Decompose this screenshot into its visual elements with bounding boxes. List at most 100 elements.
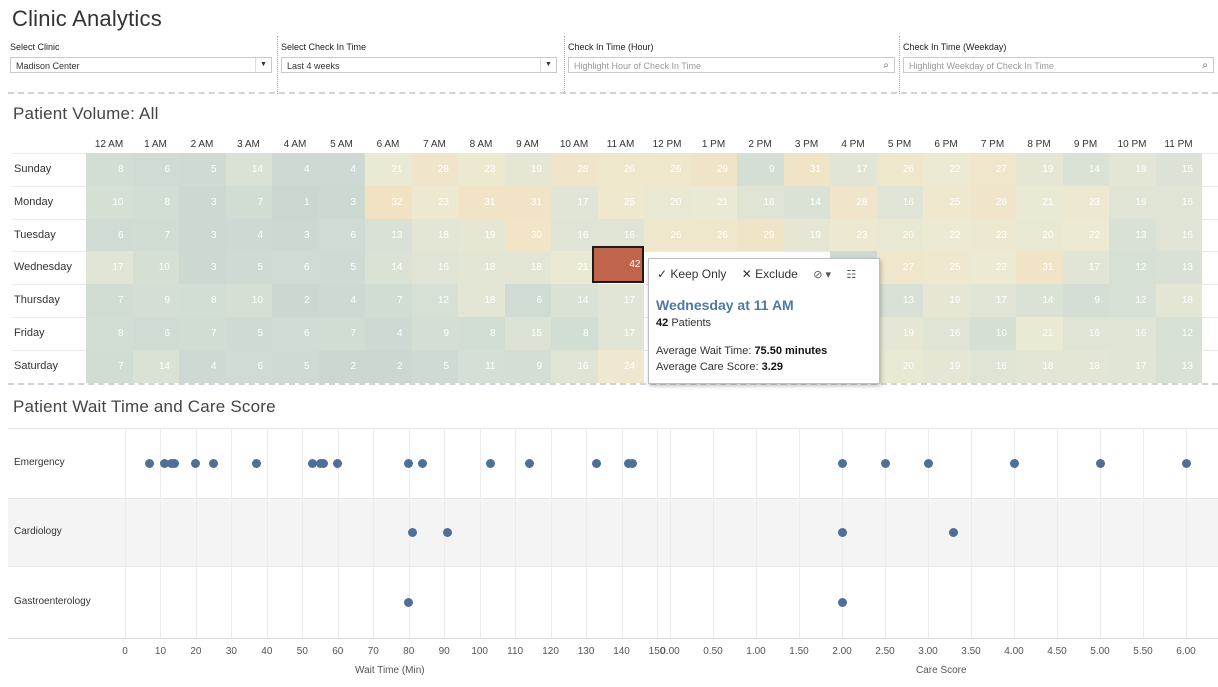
heatmap-cell[interactable]: 16 [551, 349, 598, 383]
heatmap-cell[interactable]: 19 [783, 218, 830, 252]
wait-time-point[interactable] [251, 458, 261, 468]
heatmap-cell[interactable]: 25 [597, 185, 644, 219]
heatmap-cell[interactable]: 6 [272, 251, 319, 285]
wait-time-point[interactable] [443, 527, 453, 537]
heatmap-cell[interactable]: 5 [225, 251, 272, 285]
heatmap-cell[interactable]: 12 [1109, 284, 1156, 317]
heatmap-cell[interactable]: 13 [1155, 251, 1202, 285]
heatmap-cell[interactable]: 6 [86, 218, 133, 252]
care-score-point[interactable] [923, 458, 933, 468]
heatmap-cell[interactable]: 14 [783, 185, 830, 219]
heatmap-cell[interactable]: 10 [225, 284, 272, 317]
heatmap-cell[interactable]: 17 [969, 284, 1016, 317]
view-data-icon[interactable]: ☷ [846, 269, 856, 281]
wait-time-point[interactable] [209, 458, 219, 468]
heatmap-cell[interactable]: 16 [411, 251, 458, 285]
heatmap-cell[interactable]: 23 [969, 218, 1016, 252]
heatmap-cell[interactable]: 8 [551, 317, 598, 350]
heatmap-cell[interactable]: 22 [923, 218, 970, 252]
heatmap-cell[interactable]: 26 [644, 218, 691, 252]
heatmap-cell[interactable]: 17 [597, 284, 644, 317]
heatmap-cell[interactable]: 7 [225, 185, 272, 219]
heatmap-cell[interactable]: 25 [923, 251, 970, 285]
heatmap-cell[interactable]: 19 [504, 153, 551, 186]
heatmap-cell[interactable]: 4 [272, 153, 319, 186]
care-score-point[interactable] [1181, 458, 1191, 468]
heatmap-cell[interactable]: 23 [1062, 185, 1109, 219]
heatmap-cell[interactable]: 16 [923, 317, 970, 350]
heatmap-cell[interactable]: 17 [597, 317, 644, 350]
heatmap-cell[interactable]: 3 [318, 185, 365, 219]
heatmap-cell[interactable]: 7 [132, 218, 179, 252]
heatmap-cell[interactable]: 3 [179, 185, 226, 219]
heatmap-cell[interactable]: 31 [458, 185, 505, 219]
heatmap-cell[interactable]: 17 [830, 153, 877, 186]
wait-time-point[interactable] [404, 597, 414, 607]
exclude-button[interactable]: ✕ Exclude [742, 267, 798, 281]
care-score-point[interactable] [1095, 458, 1105, 468]
heatmap-cell[interactable]: 3 [179, 251, 226, 285]
heatmap-cell[interactable]: 18 [504, 251, 551, 285]
heatmap-cell[interactable]: 13 [365, 218, 412, 252]
heatmap-cell[interactable]: 27 [876, 251, 923, 285]
heatmap-cell[interactable]: 6 [504, 284, 551, 317]
checkin-time-select[interactable]: Last 4 weeks ▼ [281, 57, 557, 73]
heatmap-cell[interactable]: 15 [504, 317, 551, 350]
heatmap-cell[interactable]: 16 [737, 185, 784, 219]
heatmap-cell[interactable]: 16 [1109, 185, 1156, 219]
heatmap-cell[interactable]: 18 [1016, 349, 1063, 383]
heatmap-cell[interactable]: 17 [1062, 251, 1109, 285]
heatmap-cell[interactable]: 14 [365, 251, 412, 285]
heatmap-cell[interactable]: 20 [876, 218, 923, 252]
weekday-highlight-input[interactable]: Highlight Weekday of Check In Time ⌕ [903, 57, 1214, 73]
care-score-point[interactable] [949, 527, 959, 537]
heatmap-cell[interactable]: 5 [411, 349, 458, 383]
group-members-icon[interactable]: ⊘ ▾ [813, 269, 831, 281]
heatmap-cell[interactable]: 9 [132, 284, 179, 317]
heatmap-cell[interactable]: 18 [411, 218, 458, 252]
care-score-point[interactable] [837, 458, 847, 468]
heatmap-cell[interactable]: 16 [1109, 317, 1156, 350]
care-score-point[interactable] [837, 597, 847, 607]
heatmap-cell[interactable]: 9 [504, 349, 551, 383]
keep-only-button[interactable]: ✓ Keep Only [657, 267, 726, 281]
care-score-point[interactable] [880, 458, 890, 468]
heatmap-cell[interactable]: 3 [179, 218, 226, 252]
heatmap-cell[interactable]: 9 [1062, 284, 1109, 317]
heatmap-cell[interactable]: 12 [1109, 251, 1156, 285]
heatmap-cell[interactable]: 7 [86, 284, 133, 317]
heatmap-cell[interactable]: 4 [318, 284, 365, 317]
heatmap-cell[interactable]: 27 [969, 153, 1016, 186]
care-score-point[interactable] [1009, 458, 1019, 468]
dropdown-arrow-icon[interactable]: ▼ [540, 58, 556, 72]
heatmap-cell[interactable]: 19 [923, 284, 970, 317]
heatmap-cell[interactable]: 15 [1155, 153, 1202, 186]
heatmap-cell[interactable]: 23 [830, 218, 877, 252]
heatmap-cell[interactable]: 13 [876, 284, 923, 317]
heatmap-cell[interactable]: 18 [1155, 284, 1202, 317]
heatmap-cell[interactable]: 8 [179, 284, 226, 317]
heatmap-cell[interactable]: 28 [411, 153, 458, 186]
heatmap-cell[interactable]: 23 [458, 153, 505, 186]
care-score-point[interactable] [837, 527, 847, 537]
heatmap-cell[interactable]: 31 [783, 153, 830, 186]
heatmap-cell[interactable]: 20 [876, 349, 923, 383]
hour-highlight-input[interactable]: Highlight Hour of Check In Time ⌕ [568, 57, 895, 73]
heatmap-cell[interactable]: 6 [318, 218, 365, 252]
heatmap-cell[interactable]: 19 [458, 218, 505, 252]
heatmap-cell[interactable]: 1 [272, 185, 319, 219]
heatmap-cell[interactable]: 11 [458, 349, 505, 383]
heatmap-cell[interactable]: 21 [1016, 317, 1063, 350]
wait-time-point[interactable] [191, 458, 201, 468]
heatmap-cell[interactable]: 21 [365, 153, 412, 186]
heatmap-cell[interactable]: 24 [597, 349, 644, 383]
heatmap-cell[interactable]: 3 [272, 218, 319, 252]
heatmap-cell[interactable]: 17 [551, 185, 598, 219]
heatmap-cell[interactable]: 31 [504, 185, 551, 219]
wait-time-point[interactable] [524, 458, 534, 468]
heatmap-cell[interactable]: 25 [923, 185, 970, 219]
heatmap-cell[interactable]: 6 [272, 317, 319, 350]
wait-time-point[interactable] [145, 458, 155, 468]
heatmap-cell[interactable]: 19 [1016, 153, 1063, 186]
heatmap-cell[interactable]: 19 [923, 349, 970, 383]
